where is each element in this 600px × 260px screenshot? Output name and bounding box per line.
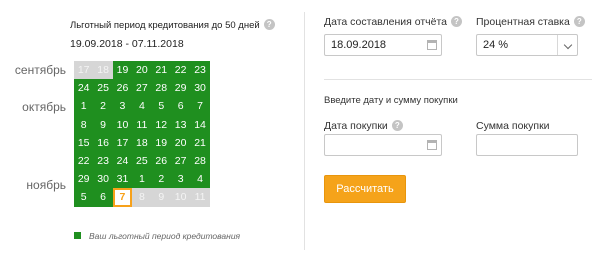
calendar-day: 2 <box>93 97 113 116</box>
section-title: Введите дату и сумму покупки <box>324 95 458 106</box>
calendar-day: 30 <box>190 79 210 98</box>
calendar-day: 18 <box>93 61 113 80</box>
calendar-day: 7 <box>190 97 210 116</box>
section-divider <box>324 79 592 80</box>
calendar-day: 1 <box>74 97 94 116</box>
legend-swatch <box>74 232 81 239</box>
calculator-form: Дата составления отчёта? 18.09.2018 Проц… <box>306 0 600 260</box>
question-circle-icon[interactable]: ? <box>573 16 585 27</box>
report-date-label: Дата составления отчёта? <box>324 16 462 28</box>
calendar-day: 5 <box>151 97 171 116</box>
calendar-icon[interactable] <box>427 40 437 50</box>
calendar-day: 9 <box>151 188 171 207</box>
calendar-day: 29 <box>74 170 94 189</box>
calendar-day: 3 <box>112 97 133 116</box>
calendar-week-row: 24 25 26 27 28 29 30 <box>74 79 210 98</box>
calendar-day-today: 7 <box>112 188 133 207</box>
calendar-day: 4 <box>190 170 210 189</box>
calendar-day: 20 <box>132 61 152 80</box>
calendar-day: 1 <box>132 170 152 189</box>
purchase-date-field[interactable] <box>324 134 442 156</box>
calendar-day: 29 <box>170 79 191 98</box>
calendar-day: 11 <box>190 188 210 207</box>
calendar-week-row: 8 9 10 11 12 13 14 <box>74 115 210 134</box>
period-range: 19.09.2018 - 07.11.2018 <box>70 38 184 50</box>
calendar-day: 25 <box>93 79 113 98</box>
calendar-day: 3 <box>170 170 191 189</box>
report-date-value: 18.09.2018 <box>331 39 387 51</box>
calendar-day: 18 <box>132 133 152 152</box>
report-date-field[interactable]: 18.09.2018 <box>324 34 442 56</box>
question-circle-icon[interactable]: ? <box>391 120 403 131</box>
calendar-day: 9 <box>93 115 113 134</box>
month-label-october: октябрь <box>22 100 66 114</box>
calendar-day: 8 <box>132 188 152 207</box>
calendar-week-row: 5 6 7 8 9 10 11 <box>74 188 210 207</box>
calendar-day: 19 <box>151 133 171 152</box>
rate-label: Процентная ставка? <box>476 16 585 28</box>
question-circle-icon[interactable]: ? <box>263 19 275 30</box>
grace-period-panel: Льготный период кредитования до 50 дней?… <box>0 0 300 260</box>
calendar-day: 28 <box>151 79 171 98</box>
calendar-day: 28 <box>190 151 210 171</box>
calendar-day: 23 <box>190 61 210 80</box>
legend-text: Ваш льготный период кредитования <box>89 231 241 241</box>
calendar-day: 30 <box>93 170 113 189</box>
calendar-day: 13 <box>170 115 191 134</box>
calendar-day: 4 <box>132 97 152 116</box>
purchase-amount-field[interactable] <box>476 134 578 156</box>
calendar-day: 2 <box>151 170 171 189</box>
calendar-day: 21 <box>190 133 210 152</box>
purchase-amount-label: Сумма покупки <box>476 120 550 132</box>
calendar-day: 17 <box>74 61 94 80</box>
calendar-day: 24 <box>112 151 133 171</box>
calendar-day: 10 <box>170 188 191 207</box>
calendar-day: 31 <box>112 170 133 189</box>
calendar-icon[interactable] <box>427 140 437 150</box>
calendar-day: 25 <box>132 151 152 171</box>
month-label-september: сентябрь <box>14 63 66 77</box>
rate-value: 24 % <box>483 39 509 51</box>
calendar-day: 16 <box>93 133 113 152</box>
grace-period-calendar: 17 18 19 20 21 22 23 24 25 26 27 28 29 30 1 2 3 4 5 6 7 8 9 10 1… <box>74 61 210 207</box>
purchase-date-label: Дата покупки? <box>324 120 403 132</box>
month-label-november: ноябрь <box>26 178 66 192</box>
calculate-button[interactable]: Рассчитать <box>324 175 406 203</box>
period-title: Льготный период кредитования до 50 дней? <box>70 19 275 31</box>
calendar-day: 21 <box>151 61 171 80</box>
chevron-down-icon[interactable] <box>557 35 577 55</box>
calendar-day: 14 <box>190 115 210 134</box>
calendar-day: 26 <box>151 151 171 171</box>
calendar-day: 17 <box>112 133 133 152</box>
calendar-day: 27 <box>132 79 152 98</box>
panel-divider <box>304 12 305 250</box>
calendar-day: 23 <box>93 151 113 171</box>
calendar-day: 8 <box>74 115 94 134</box>
calendar-week-row: 1234567 <box>74 97 210 116</box>
calendar-day: 19 <box>112 61 133 80</box>
calendar-day: 5 <box>74 188 94 207</box>
calendar-day: 10 <box>112 115 133 134</box>
calendar-day: 22 <box>170 61 191 80</box>
legend: Ваш льготный период кредитования <box>74 231 240 241</box>
rate-select[interactable]: 24 % <box>476 34 578 56</box>
calendar-day: 22 <box>74 151 94 171</box>
calendar-day: 15 <box>74 133 94 152</box>
calendar-day: 11 <box>132 115 152 134</box>
calendar-week-row: 29 30 31 1 2 3 4 <box>74 170 210 189</box>
calendar-day: 12 <box>151 115 171 134</box>
calendar-week-row: 22 23 24 25 26 27 28 <box>74 151 210 171</box>
question-circle-icon[interactable]: ? <box>451 16 462 27</box>
calendar-day: 20 <box>170 133 191 152</box>
calendar-day: 27 <box>170 151 191 171</box>
calendar-week-row: 15 16 17 18 19 20 21 <box>74 133 210 152</box>
calendar-day: 26 <box>112 79 133 98</box>
calendar-day: 6 <box>93 188 113 207</box>
calendar-day: 6 <box>170 97 191 116</box>
calendar-week-row: 17 18 19 20 21 22 23 <box>74 61 210 80</box>
calendar-day: 24 <box>74 79 94 98</box>
